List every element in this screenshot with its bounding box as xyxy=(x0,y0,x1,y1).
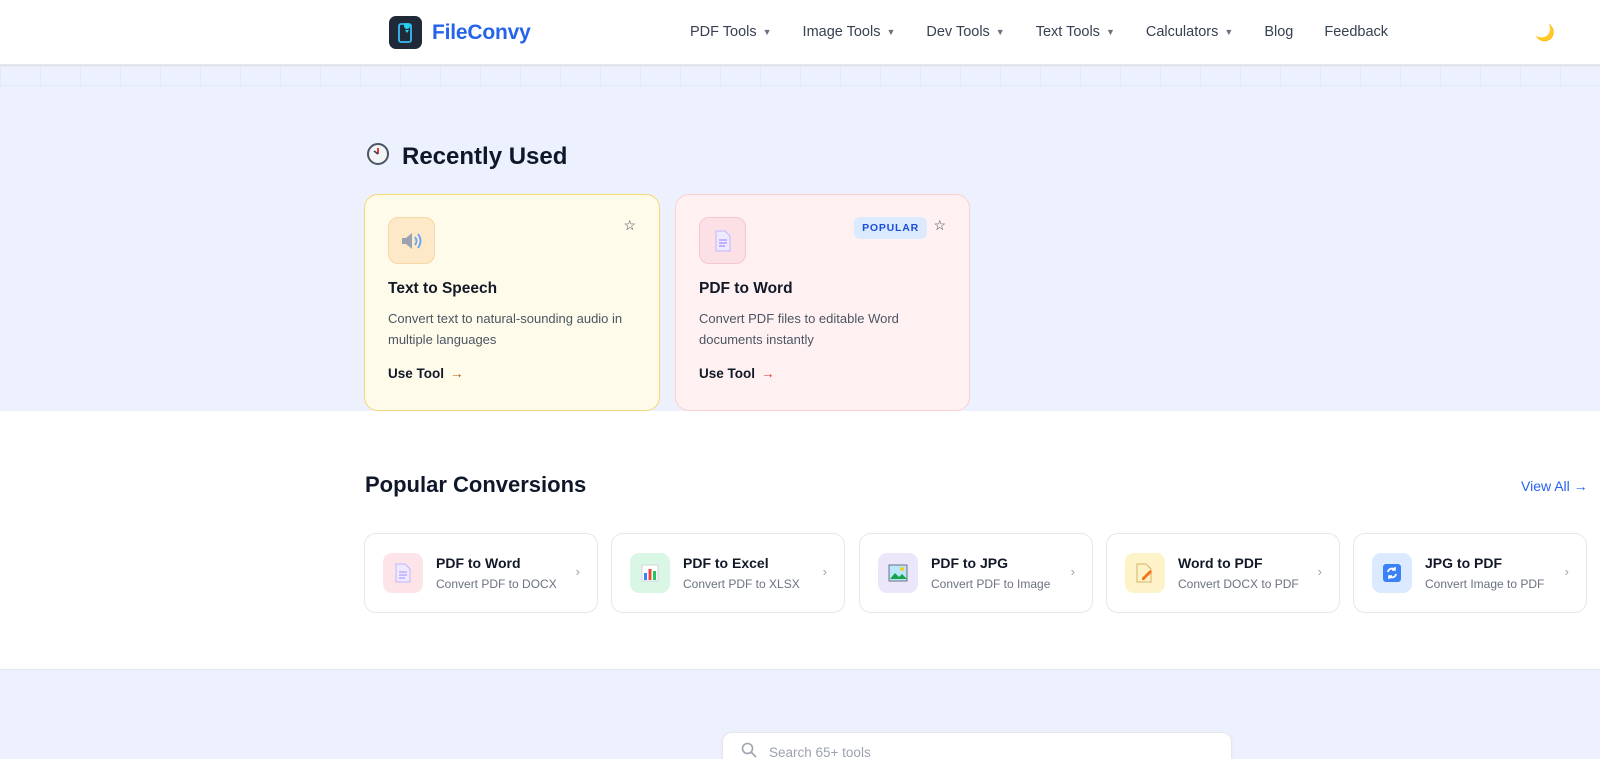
tool-card-pdf-to-word[interactable]: POPULAR ☆ PDF to Word Convert PDF files … xyxy=(675,194,970,411)
brand-logo[interactable]: FileConvy xyxy=(389,16,531,49)
document-icon xyxy=(699,217,746,264)
chevron-right-icon: › xyxy=(822,564,827,579)
search-input[interactable]: Search 65+ tools xyxy=(722,732,1232,759)
nav-label: Blog xyxy=(1264,24,1294,40)
conversion-title: PDF to Excel xyxy=(683,555,769,571)
conversion-card-jpg-to-pdf[interactable]: JPG to PDF Convert Image to PDF › xyxy=(1353,533,1587,613)
nav-label: PDF Tools xyxy=(690,24,757,40)
conversion-card-word-to-pdf[interactable]: Word to PDF Convert DOCX to PDF › xyxy=(1106,533,1340,613)
chevron-down-icon: ▼ xyxy=(886,27,896,37)
conversion-title: JPG to PDF xyxy=(1425,555,1503,571)
use-tool-link[interactable]: Use Tool → xyxy=(699,366,775,381)
arrow-right-icon: → xyxy=(761,366,775,381)
nav-label: Feedback xyxy=(1324,24,1389,40)
arrow-right-icon: → xyxy=(450,366,464,381)
tool-card-text-to-speech[interactable]: ☆ Text to Speech Convert text to natural… xyxy=(364,194,660,411)
conversion-subtitle: Convert PDF to XLSX xyxy=(683,577,800,591)
refresh-icon xyxy=(1372,553,1412,593)
recently-used-section: Recently Used ☆ Text to Speech Convert t… xyxy=(0,65,1600,411)
chevron-down-icon: ▼ xyxy=(1224,27,1234,37)
nav-label: Calculators xyxy=(1145,24,1219,40)
conversion-subtitle: Convert DOCX to PDF xyxy=(1178,577,1299,591)
chevron-right-icon: › xyxy=(1317,564,1322,579)
chevron-down-icon: ▼ xyxy=(1105,27,1115,37)
nav-calculators[interactable]: Calculators ▼ xyxy=(1146,24,1233,40)
chevron-down-icon: ▼ xyxy=(995,27,1005,37)
nav-pdf-tools[interactable]: PDF Tools ▼ xyxy=(690,24,772,40)
nav-label: Text Tools xyxy=(1035,24,1100,40)
site-header: FileConvy PDF Tools ▼ Image Tools ▼ Dev To… xyxy=(0,0,1600,65)
popular-conversions-title: Popular Conversions xyxy=(365,472,587,497)
search-placeholder: Search 65+ tools xyxy=(769,744,871,759)
nav-label: Dev Tools xyxy=(926,24,990,40)
logo-icon xyxy=(389,16,422,49)
bar-chart-icon xyxy=(630,553,670,593)
document-icon xyxy=(383,553,423,593)
card-title: Text to Speech xyxy=(388,280,498,297)
nav-text-tools[interactable]: Text Tools ▼ xyxy=(1036,24,1115,40)
nav-blog[interactable]: Blog xyxy=(1264,24,1293,40)
link-label: Use Tool xyxy=(699,366,756,381)
grid-pattern xyxy=(0,65,1600,87)
pencil-doc-icon xyxy=(1125,553,1165,593)
main-nav: PDF Tools ▼ Image Tools ▼ Dev Tools ▼ Text … xyxy=(690,24,1419,40)
chevron-down-icon: ▼ xyxy=(762,27,772,37)
conversion-card-pdf-to-jpg[interactable]: PDF to JPG Convert PDF to Image › xyxy=(859,533,1093,613)
nav-image-tools[interactable]: Image Tools ▼ xyxy=(803,24,896,40)
conversion-subtitle: Convert Image to PDF xyxy=(1425,577,1545,591)
conversion-subtitle: Convert PDF to Image xyxy=(931,577,1051,591)
chevron-right-icon: › xyxy=(575,564,580,579)
search-icon xyxy=(741,742,757,759)
brand-name: FileConvy xyxy=(432,20,531,44)
recently-used-heading: Recently Used xyxy=(366,142,567,171)
conversion-title: Word to PDF xyxy=(1178,555,1263,571)
chevron-right-icon: › xyxy=(1564,564,1569,579)
conversion-card-pdf-to-excel[interactable]: PDF to Excel Convert PDF to XLSX › xyxy=(611,533,845,613)
conversion-card-pdf-to-word[interactable]: PDF to Word Convert PDF to DOCX › xyxy=(364,533,598,613)
image-icon xyxy=(878,553,918,593)
section-title: Recently Used xyxy=(402,142,568,170)
card-description: Convert text to natural-sounding audio i… xyxy=(388,311,623,347)
card-description: Convert PDF files to editable Word docum… xyxy=(699,311,899,347)
chevron-right-icon: › xyxy=(1070,564,1075,579)
speaker-icon xyxy=(388,217,435,264)
view-all-link[interactable]: View All → xyxy=(1521,478,1588,494)
conversion-title: PDF to Word xyxy=(436,555,521,571)
link-label: Use Tool xyxy=(388,366,445,381)
nav-dev-tools[interactable]: Dev Tools ▼ xyxy=(926,24,1004,40)
moon-icon[interactable]: 🌙 xyxy=(1535,23,1555,43)
nav-feedback[interactable]: Feedback xyxy=(1324,24,1388,40)
card-title: PDF to Word xyxy=(699,280,793,297)
conversion-title: PDF to JPG xyxy=(931,555,1009,571)
star-icon[interactable]: ☆ xyxy=(933,217,946,234)
nav-label: Image Tools xyxy=(802,24,881,40)
popular-badge: POPULAR xyxy=(854,217,927,239)
conversion-subtitle: Convert PDF to DOCX xyxy=(436,577,557,591)
clock-icon xyxy=(366,142,390,171)
use-tool-link[interactable]: Use Tool → xyxy=(388,366,464,381)
star-icon[interactable]: ☆ xyxy=(623,217,636,234)
